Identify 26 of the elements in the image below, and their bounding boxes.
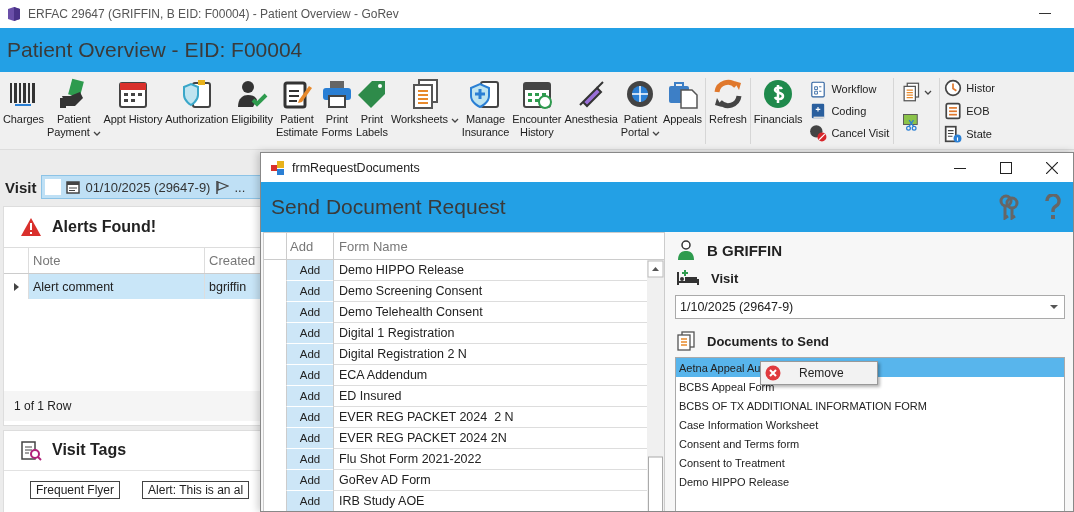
- table-cell: EVER REG PACKET 2024 2N: [333, 428, 647, 449]
- visit-tags-title: Visit Tags: [52, 441, 127, 459]
- table-cell: GoRev AD Form: [333, 470, 647, 491]
- patient-name: B GRIFFIN: [707, 241, 782, 259]
- table-cell: EVER REG PACKET 2024 2 N: [333, 407, 647, 428]
- table-cell: ED Insured: [333, 386, 647, 407]
- page-title: Patient Overview - EID: F00004: [7, 38, 303, 62]
- table-cell: Alert comment: [28, 274, 204, 299]
- table-cell: Flu Shot Form 2021-2022: [333, 449, 647, 470]
- row-count: 1 of 1 Row: [14, 399, 72, 413]
- table-cell: bgriffin: [204, 274, 261, 299]
- documents-label: Documents to Send: [707, 333, 830, 349]
- table-cell: Demo Telehealth Consent: [333, 302, 647, 323]
- dialog-heading: Send Document Request: [271, 195, 507, 219]
- table-cell: Demo HIPPO Release: [333, 260, 647, 281]
- visit-label: Visit: [711, 270, 739, 286]
- dialog-title: frmRequestDocuments: [292, 160, 421, 175]
- table-cell: Demo Screening Consent: [333, 281, 647, 302]
- table-cell: ECA Addendum: [333, 365, 647, 386]
- visit-tag: Frequent Flyer: [30, 481, 121, 499]
- alerts-title: Alerts Found!: [52, 218, 156, 236]
- visit-label: Visit: [5, 178, 37, 196]
- table-cell: Digital 1 Registration: [333, 323, 647, 344]
- visit-tag: Alert: This is an al: [142, 481, 250, 499]
- window-title: ERFAC 29647 (GRIFFIN, B EID: F00004) - Patient Overview - GoRev: [28, 7, 400, 21]
- table-cell: Digital Registration 2 N: [333, 344, 647, 365]
